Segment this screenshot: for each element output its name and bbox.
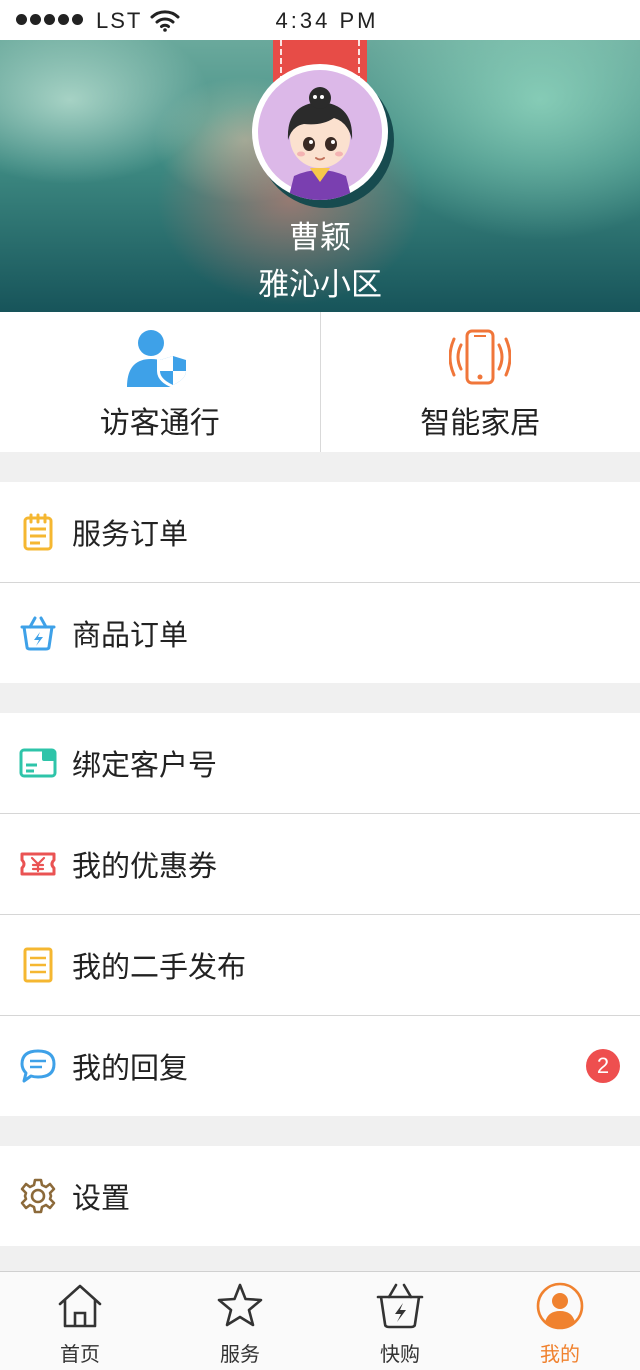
star-icon xyxy=(216,1282,264,1334)
tab-services[interactable]: 服务 xyxy=(160,1272,320,1370)
quick-actions: 访客通行 智能家居 xyxy=(0,312,640,452)
avatar[interactable] xyxy=(252,64,388,200)
bind-customer-number-row[interactable]: 绑定客户号 xyxy=(0,713,640,814)
smart-home-button[interactable]: 智能家居 xyxy=(319,312,640,452)
card-icon xyxy=(19,744,57,782)
basket-icon xyxy=(19,614,57,652)
settings-row[interactable]: 设置 xyxy=(0,1146,640,1246)
my-coupons-row[interactable]: 我的优惠券 xyxy=(0,814,640,915)
user-name: 曹颖 xyxy=(289,220,351,256)
settings-group: 设置 xyxy=(0,1146,640,1246)
visitor-pass-button[interactable]: 访客通行 xyxy=(0,312,320,452)
settings-label: 设置 xyxy=(72,1181,131,1215)
my-replies-label: 我的回复 xyxy=(72,1051,189,1085)
user-community: 雅沁小区 xyxy=(258,267,382,303)
my-coupons-label: 我的优惠券 xyxy=(72,849,218,883)
service-orders-label: 服务订单 xyxy=(72,517,189,551)
my-replies-row[interactable]: 我的回复 2 xyxy=(0,1016,640,1116)
clock: 4:34 PM xyxy=(275,8,379,33)
profile-screen: LST 4:34 PM 曹颖 雅沁小区 访客通行 智能家居 服务订单 商品订单 … xyxy=(0,0,640,1370)
status-bar: LST 4:34 PM xyxy=(0,0,640,40)
notepad-icon xyxy=(19,513,57,551)
basket-icon xyxy=(375,1282,425,1334)
unread-replies-badge: 2 xyxy=(586,1049,620,1083)
profile-header: 曹颖 雅沁小区 xyxy=(0,40,640,312)
visitor-pass-label: 访客通行 xyxy=(99,406,220,441)
tab-home[interactable]: 首页 xyxy=(0,1272,160,1370)
coupon-icon xyxy=(19,845,57,883)
smart-home-label: 智能家居 xyxy=(420,406,541,441)
tab-home-label: 首页 xyxy=(60,1342,100,1366)
tab-quick-buy[interactable]: 快购 xyxy=(320,1272,480,1370)
orders-group: 服务订单 商品订单 xyxy=(0,482,640,683)
my-secondhand-posts-label: 我的二手发布 xyxy=(72,950,247,984)
user-avatar-icon xyxy=(536,1282,584,1334)
bottom-tab-bar: 首页 服务 快购 我的 xyxy=(0,1271,640,1370)
tab-mine[interactable]: 我的 xyxy=(480,1272,640,1370)
smartphone-signal-icon xyxy=(448,327,512,393)
my-secondhand-posts-row[interactable]: 我的二手发布 xyxy=(0,915,640,1016)
bind-customer-number-label: 绑定客户号 xyxy=(72,748,218,782)
service-orders-row[interactable]: 服务订单 xyxy=(0,482,640,583)
cartoon-avatar-icon xyxy=(258,70,382,200)
tab-services-label: 服务 xyxy=(220,1342,260,1366)
tab-mine-label: 我的 xyxy=(540,1342,580,1366)
home-icon xyxy=(56,1282,104,1334)
product-orders-label: 商品订单 xyxy=(72,618,189,652)
document-icon xyxy=(19,946,57,984)
account-group: 绑定客户号 我的优惠券 我的二手发布 我的回复 2 xyxy=(0,713,640,1116)
product-orders-row[interactable]: 商品订单 xyxy=(0,583,640,683)
chat-bubble-icon xyxy=(19,1047,57,1085)
visitor-shield-icon xyxy=(125,327,195,393)
gear-icon xyxy=(19,1177,57,1215)
tab-quick-buy-label: 快购 xyxy=(380,1342,420,1366)
